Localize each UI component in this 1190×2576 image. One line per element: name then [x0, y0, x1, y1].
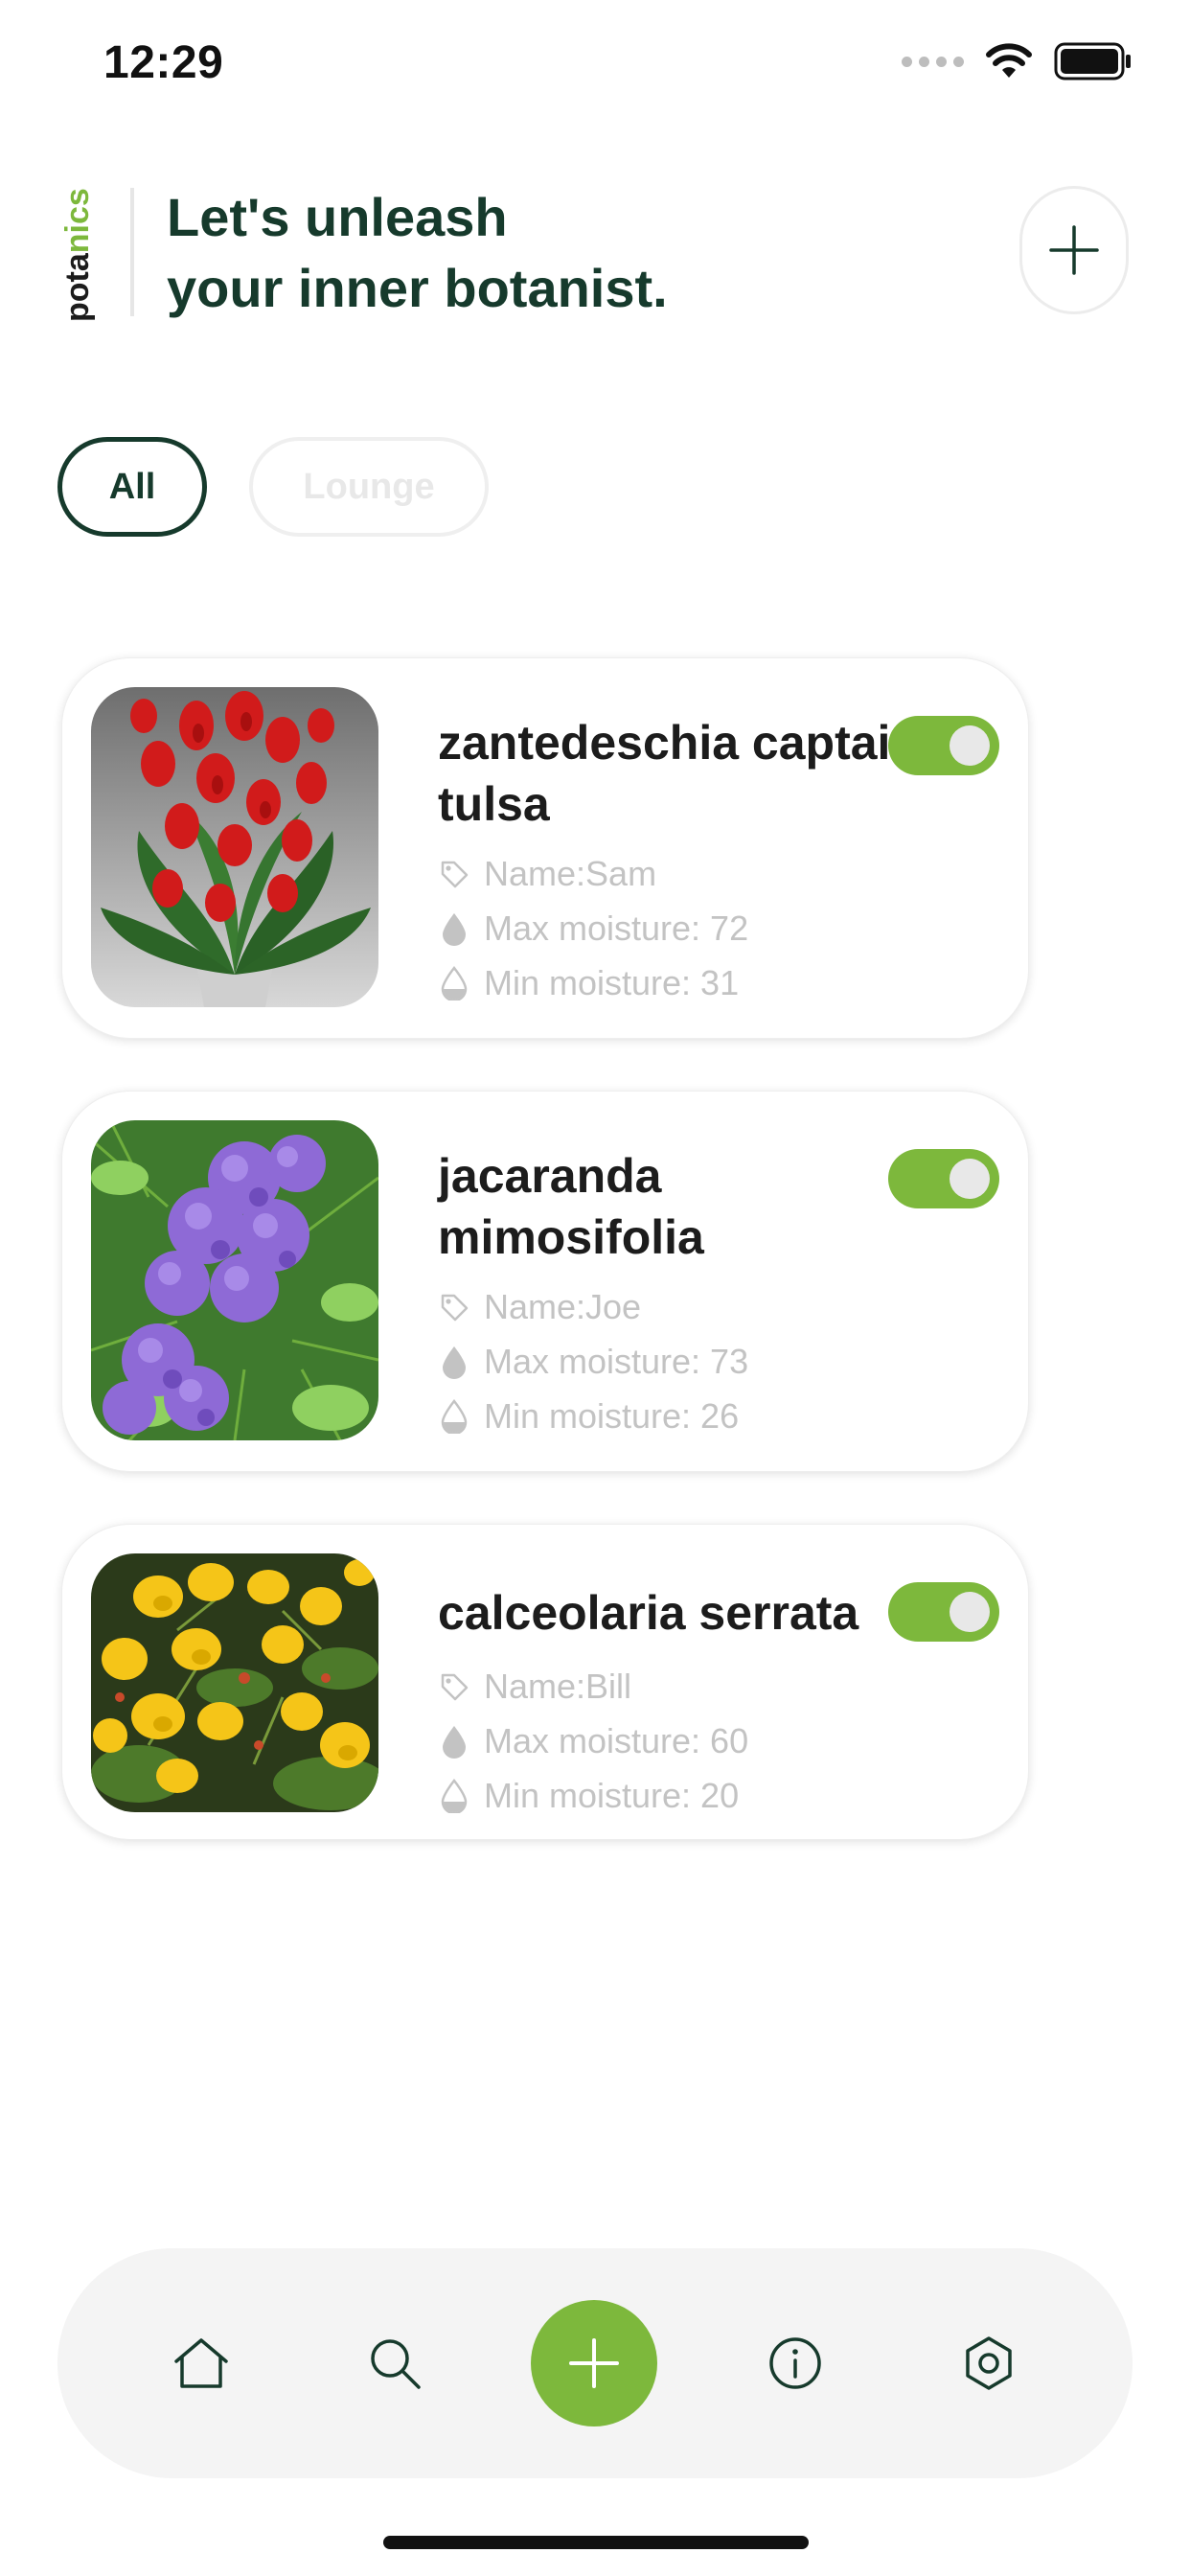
toggle-knob — [950, 1592, 990, 1632]
plus-icon — [1049, 225, 1099, 275]
plant-name-row: Name:Sam — [438, 854, 656, 894]
nav-info-button[interactable] — [763, 2331, 828, 2396]
max-moisture-value: Max moisture: 73 — [484, 1342, 749, 1381]
home-icon — [174, 2338, 228, 2388]
plant-image — [91, 1553, 378, 1812]
tag-icon — [438, 1670, 470, 1703]
headline-line-1: Let's unleash — [167, 187, 508, 247]
filter-pill-lounge[interactable]: Lounge — [249, 437, 489, 537]
home-indicator — [383, 2536, 809, 2549]
plant-card[interactable]: calceolaria serrata Name:Bill Max moistu… — [61, 1524, 1029, 1840]
nav-settings-button[interactable] — [956, 2331, 1021, 2396]
max-moisture-row: Max moisture: 60 — [438, 1721, 748, 1761]
drop-half-icon — [438, 1779, 470, 1813]
min-moisture-value: Min moisture: 20 — [484, 1776, 740, 1815]
toggle-knob — [950, 1159, 990, 1199]
min-moisture-row: Min moisture: 26 — [438, 1396, 739, 1437]
nav-search-button[interactable] — [362, 2331, 427, 2396]
plus-icon — [569, 2338, 619, 2388]
filter-pill-all[interactable]: All — [57, 437, 207, 537]
brand-logo: potanics — [59, 188, 96, 322]
plant-image — [91, 687, 378, 1007]
max-moisture-value: Max moisture: 60 — [484, 1721, 749, 1760]
plant-card[interactable]: jacaranda mimosifolia Name:Joe Max moist… — [61, 1091, 1029, 1472]
drop-filled-icon — [438, 1346, 470, 1379]
plant-card[interactable]: zantedeschia captain tulsa Name:Sam Max … — [61, 657, 1029, 1039]
status-time: 12:29 — [103, 37, 224, 88]
add-plant-button[interactable] — [1019, 186, 1129, 314]
drop-half-icon — [438, 966, 470, 1000]
bottom-nav — [57, 2248, 1133, 2478]
plant-nickname: Name:Bill — [484, 1667, 632, 1706]
toggle-knob — [950, 725, 990, 766]
battery-icon — [1054, 42, 1131, 80]
wifi-icon — [986, 43, 1032, 78]
nav-home-button[interactable] — [169, 2331, 234, 2396]
cellular-signal-icon — [902, 56, 964, 67]
info-icon — [769, 2337, 821, 2389]
plant-nickname: Name:Sam — [484, 854, 657, 893]
max-moisture-row: Max moisture: 73 — [438, 1342, 748, 1382]
tag-icon — [438, 858, 470, 890]
min-moisture-value: Min moisture: 31 — [484, 963, 740, 1002]
drop-half-icon — [438, 1399, 470, 1434]
max-moisture-row: Max moisture: 72 — [438, 908, 748, 949]
min-moisture-value: Min moisture: 26 — [484, 1396, 740, 1436]
plant-title: zantedeschia captain tulsa — [438, 716, 920, 831]
page-headline: Let's unleash your inner botanist. — [167, 182, 668, 324]
svg-text:potanics: potanics — [59, 188, 96, 322]
max-moisture-value: Max moisture: 72 — [484, 908, 749, 948]
plant-enabled-toggle[interactable] — [888, 1582, 999, 1642]
nav-add-button[interactable] — [531, 2300, 657, 2426]
drop-filled-icon — [438, 1725, 470, 1759]
header-divider — [130, 188, 134, 316]
settings-hexagon-icon — [966, 2336, 1012, 2390]
tag-icon — [438, 1291, 470, 1323]
plant-nickname: Name:Joe — [484, 1287, 642, 1326]
plant-title: jacaranda mimosifolia — [438, 1149, 704, 1264]
status-icons — [902, 42, 1133, 80]
plant-enabled-toggle[interactable] — [888, 716, 999, 775]
plant-image — [91, 1120, 378, 1440]
search-icon — [371, 2339, 421, 2389]
plant-name-row: Name:Bill — [438, 1667, 631, 1707]
plant-name-row: Name:Joe — [438, 1287, 641, 1327]
min-moisture-row: Min moisture: 20 — [438, 1776, 739, 1816]
min-moisture-row: Min moisture: 31 — [438, 963, 739, 1003]
headline-line-2: your inner botanist. — [167, 258, 668, 318]
drop-filled-icon — [438, 912, 470, 946]
plant-enabled-toggle[interactable] — [888, 1149, 999, 1208]
